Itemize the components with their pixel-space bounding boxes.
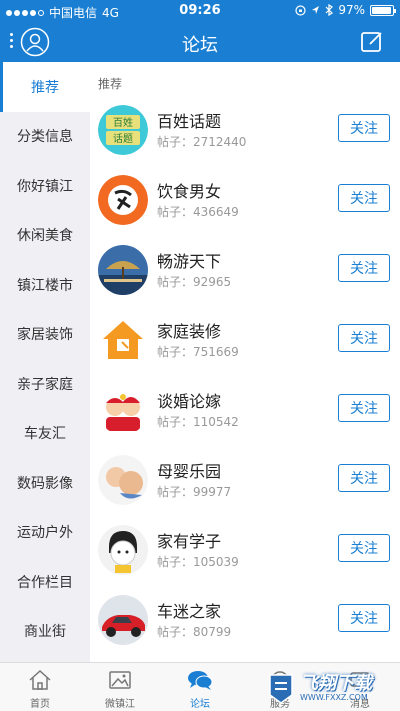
forum-name: 百姓话题: [157, 112, 222, 131]
tab-label: 首页: [30, 699, 50, 710]
sidebar-item-family[interactable]: 亲子家庭: [0, 359, 90, 409]
tab-label: 论坛: [190, 699, 210, 710]
tab-home[interactable]: 首页: [0, 663, 80, 711]
forum-row[interactable]: 畅游天下 帖子：92965 关注: [90, 235, 400, 305]
status-bar: 中国电信 4G 09:26 97%: [0, 0, 400, 22]
follow-button[interactable]: 关注: [338, 534, 390, 562]
forum-name: 家庭装修: [157, 322, 222, 341]
forum-row[interactable]: 家有学子 帖子：105039 关注: [90, 515, 400, 585]
forum-name: 饮食男女: [157, 182, 222, 201]
forum-row[interactable]: 车迷之家 帖子：80799 关注: [90, 585, 400, 655]
tab-wei-zhenjiang[interactable]: 微镇江: [80, 663, 160, 711]
rotation-lock-icon: [295, 4, 306, 16]
follow-button[interactable]: 关注: [338, 394, 390, 422]
forum-post-count: 帖子：99977: [157, 485, 232, 499]
follow-button[interactable]: 关注: [338, 184, 390, 212]
battery-percent: 97%: [338, 3, 365, 17]
image-icon: [109, 671, 131, 689]
home-icon: [29, 669, 51, 690]
sidebar-item-food[interactable]: 休闲美食: [0, 211, 90, 261]
forum-list-panel: 推荐 百姓 话题 百姓话题 帖子：2712440 关注 饮食男女 帖子：4366…: [90, 62, 400, 662]
sidebar-item-recommend[interactable]: 推荐: [0, 62, 90, 112]
follow-button[interactable]: 关注: [338, 464, 390, 492]
travel-icon: [98, 245, 148, 295]
watermark-logo-icon: [269, 674, 293, 704]
tab-forum[interactable]: 论坛: [160, 663, 240, 711]
follow-button[interactable]: 关注: [338, 604, 390, 632]
forum-post-count: 帖子：110542: [157, 415, 239, 429]
sidebar-item-commerce[interactable]: 商业街: [0, 607, 90, 657]
baixing-topic-icon: 百姓 话题: [98, 105, 148, 155]
watermark-url: WWW.FXXZ.COM: [300, 692, 368, 702]
student-icon: [98, 525, 148, 575]
sidebar-item-hello-zhenjiang[interactable]: 你好镇江: [0, 161, 90, 211]
battery-icon: [370, 4, 396, 16]
forum-post-count: 帖子：436649: [157, 205, 239, 219]
watermark-text: 飞翔下载: [300, 672, 372, 694]
tab-label: 微镇江: [105, 699, 135, 710]
category-sidebar: 推荐 分类信息 你好镇江 休闲美食 镇江楼市 家居装饰 亲子家庭 车友汇 数码影…: [0, 62, 90, 662]
forum-post-count: 帖子：751669: [157, 345, 239, 359]
forum-name: 母婴乐园: [157, 462, 222, 481]
sidebar-item-home-decor[interactable]: 家居装饰: [0, 310, 90, 360]
forum-post-count: 帖子：2712440: [157, 135, 247, 149]
sidebar-item-partner[interactable]: 合作栏目: [0, 557, 90, 607]
car-icon: [98, 595, 148, 645]
forum-row[interactable]: 母婴乐园 帖子：99977 关注: [90, 445, 400, 515]
sidebar-item-outdoor[interactable]: 运动户外: [0, 508, 90, 558]
food-icon: [98, 175, 148, 225]
section-label: 推荐: [98, 77, 123, 91]
sidebar-item-classified[interactable]: 分类信息: [0, 112, 90, 162]
svg-text:话题: 话题: [113, 133, 133, 145]
sidebar-item-real-estate[interactable]: 镇江楼市: [0, 260, 90, 310]
forum-row[interactable]: 饮食男女 帖子：436649 关注: [90, 165, 400, 235]
compose-icon[interactable]: [360, 30, 384, 54]
forum-name: 家有学子: [157, 532, 222, 551]
page-title: 论坛: [182, 35, 218, 56]
mother-baby-icon: [98, 455, 148, 505]
sidebar-item-car-club[interactable]: 车友汇: [0, 409, 90, 459]
forum-name: 畅游天下: [157, 252, 222, 271]
forum-row[interactable]: 百姓 话题 百姓话题 帖子：2712440 关注: [90, 95, 400, 165]
location-icon: [312, 5, 320, 14]
house-renovation-icon: [98, 315, 148, 365]
follow-button[interactable]: 关注: [338, 324, 390, 352]
forum-post-count: 帖子：80799: [157, 625, 232, 639]
sidebar-item-digital[interactable]: 数码影像: [0, 458, 90, 508]
nav-bar: 论坛: [0, 22, 400, 62]
forum-name: 车迷之家: [157, 602, 222, 621]
forum-row[interactable]: 家庭装修 帖子：751669 关注: [90, 305, 400, 375]
forum-name: 谈婚论嫁: [157, 392, 222, 411]
forum-row[interactable]: 谈婚论嫁 帖子：110542 关注: [90, 375, 400, 445]
forum-post-count: 帖子：92965: [157, 275, 232, 289]
bluetooth-icon: [325, 4, 334, 16]
watermark-overlay: 飞翔下载 WWW.FXXZ.COM: [266, 668, 394, 708]
chat-bubbles-icon: [188, 671, 213, 690]
follow-button[interactable]: 关注: [338, 114, 390, 142]
forum-post-count: 帖子：105039: [157, 555, 239, 569]
follow-button[interactable]: 关注: [338, 254, 390, 282]
svg-text:百姓: 百姓: [113, 116, 133, 129]
wedding-icon: [98, 385, 148, 435]
